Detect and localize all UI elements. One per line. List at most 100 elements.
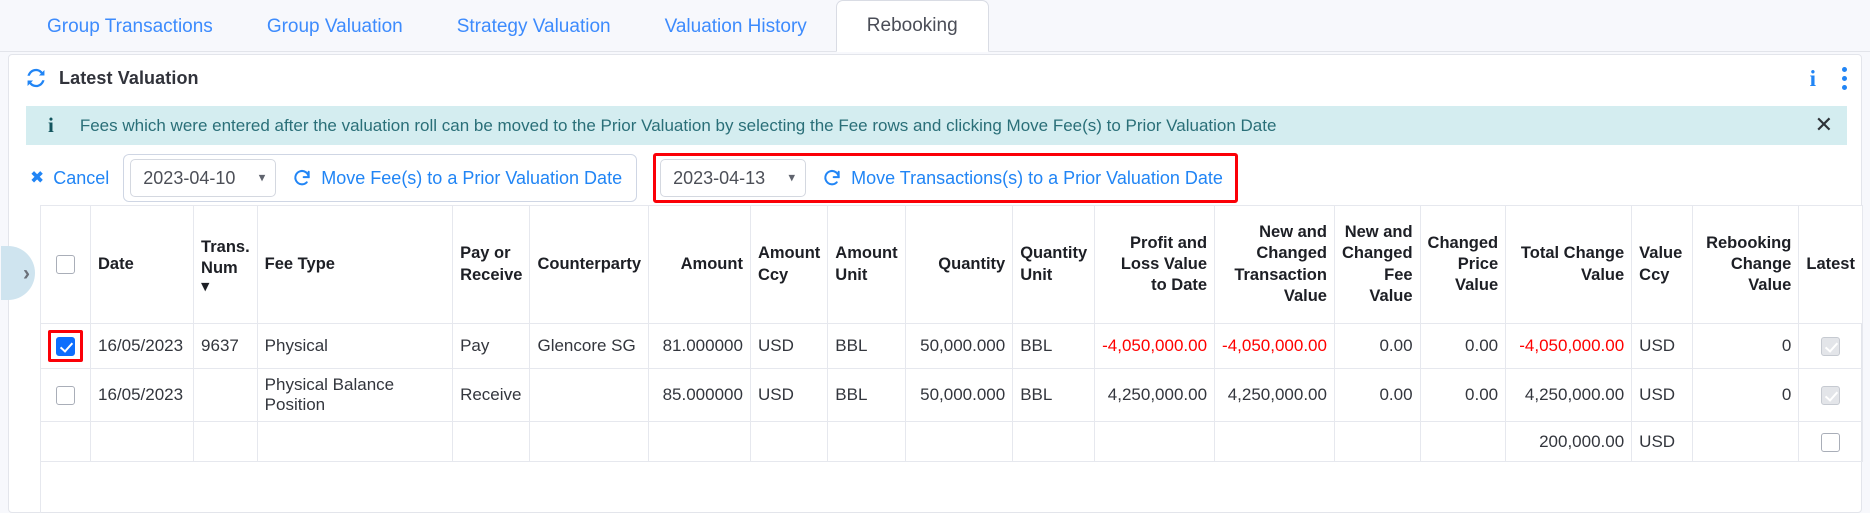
fee-date-select[interactable]: 2023-04-102023-04-13 [130,159,277,197]
cell-counterparty: Glencore SG [529,323,650,369]
total-cell-amount_ccy [750,421,829,462]
cell-trans_num: 9637 [193,323,258,369]
column-header-value_ccy[interactable]: Value Ccy [1631,205,1694,324]
redo-icon [292,168,312,188]
total-cell-rebook_chg [1692,421,1800,462]
total-cell-pnl_to_date [1094,421,1216,462]
cell-total_chg: 4,250,000.00 [1505,368,1633,422]
column-header-label: Quantity [938,254,1006,273]
table-row[interactable]: 16/05/2023 Physical Balance Position Recei… [41,368,1863,422]
transaction-date-select[interactable]: 2023-04-102023-04-13 [660,159,807,197]
cell-quantity: 50,000.000 [905,323,1014,369]
cell-new_chg_txn: 4,250,000.00 [1214,368,1335,422]
column-header-fee_type[interactable]: Fee Type [257,205,454,324]
column-header-quantity[interactable]: Quantity [905,205,1014,324]
tab-group-transactions[interactable]: Group Transactions [22,2,238,51]
cell-select[interactable] [41,323,91,369]
column-header-new_chg_fee[interactable]: New and Changed Fee Value [1334,205,1421,324]
row-select-checkbox[interactable] [56,337,75,356]
column-header-label: Fee Type [264,254,335,273]
cell-quantity_unit: BBL [1012,323,1096,369]
cell-pnl_to_date: 4,250,000.00 [1094,368,1216,422]
alert-message: Fees which were entered after the valuat… [79,115,1277,135]
column-header-select[interactable] [41,205,91,324]
cell-pnl_to_date: -4,050,000.00 [1094,323,1216,369]
column-header-latest[interactable]: Latest [1798,205,1863,324]
total-cell-counterparty [529,421,650,462]
tab-bar: Group Transactions Group Valuation Strateg… [0,0,1870,52]
tab-valuation-history[interactable]: Valuation History [640,2,832,51]
move-fees-group: 2023-04-102023-04-13 ▾ Move Fee(s) to a … [123,154,638,202]
column-header-quantity_unit[interactable]: Quantity Unit [1012,205,1096,324]
cell-latest [1798,368,1863,422]
cell-rebook_chg: 0 [1692,368,1800,422]
tab-strategy-valuation[interactable]: Strategy Valuation [432,2,636,51]
total-cell-new_chg_fee [1334,421,1421,462]
select-all-checkbox[interactable] [56,255,75,275]
column-header-amount_unit[interactable]: Amount Unit [827,205,906,324]
cell-date: 16/05/2023 [90,323,195,369]
table-body: 16/05/2023 9637 Physical Pay Glencore SG 81.0… [41,323,1863,462]
total-cell-new_chg_txn [1214,421,1335,462]
column-header-label: Amount [680,254,743,273]
move-fees-label: Move Fee(s) to a Prior Valuation Date [321,167,623,188]
tab-rebooking[interactable]: Rebooking [835,0,989,52]
column-header-rebook_chg[interactable]: Rebooking Change Value [1692,205,1800,324]
column-header-label: New and Changed Transaction Value [1234,223,1327,305]
card-header: Latest Valuation i [9,55,1861,101]
tab-group-valuation[interactable]: Group Valuation [242,2,428,51]
total-cell-date [90,421,195,462]
column-header-amount_ccy[interactable]: Amount Ccy [750,205,829,324]
table-total-row: 200,000.00 USD [41,421,1863,462]
move-transactions-button[interactable]: Move Transactions(s) to a Prior Valuatio… [822,168,1223,189]
alert-close-icon[interactable]: ✕ [1815,114,1833,137]
column-header-label: Latest [1806,254,1855,273]
column-header-label: Value Ccy [1639,244,1683,284]
column-header-label: Amount Unit [835,244,898,284]
cell-amount_unit: BBL [827,368,906,422]
column-header-pay_receive[interactable]: Pay or Receive [452,205,531,324]
cell-pay_receive: Receive [452,368,531,422]
row-select-checkbox[interactable] [56,386,75,405]
redo-icon [822,168,842,188]
cell-amount: 85.000000 [648,368,751,422]
column-header-chg_price[interactable]: Changed Price Value [1420,205,1507,324]
card-title: Latest Valuation [59,67,199,88]
column-header-pnl_to_date[interactable]: Profit and Loss Value to Date [1094,205,1216,324]
total-cell-value_ccy: USD [1631,421,1694,462]
cell-rebook_chg: 0 [1692,323,1800,369]
kebab-menu-icon[interactable] [1842,66,1847,90]
column-header-amount[interactable]: Amount [648,205,751,324]
info-icon[interactable]: i [1810,67,1816,90]
row-select-highlight [48,330,83,362]
move-fees-button[interactable]: Move Fee(s) to a Prior Valuation Date [292,168,622,189]
expand-panel-handle[interactable]: › [1,246,35,300]
rebooking-toolbar: ✖ Cancel 2023-04-102023-04-13 ▾ Move Fee… [26,152,1238,204]
column-header-counterparty[interactable]: Counterparty [529,205,650,324]
latest-flag-checkbox [1821,432,1841,452]
cancel-button[interactable]: ✖ Cancel [26,168,123,189]
column-header-date[interactable]: Date [90,205,195,324]
cell-pay_receive: Pay [452,323,531,369]
valuation-table-scroll[interactable]: Date Trans. Num ▼ Fee Type Pay or Receive Cou… [40,205,1863,513]
total-cell-amount_unit [827,421,906,462]
latest-flag-checkbox [1821,337,1841,356]
total-cell-fee_type [257,421,454,462]
total-cell-pay_receive [452,421,531,462]
column-header-label: Date [98,254,134,273]
latest-flag-checkbox [1821,386,1841,405]
table-row[interactable]: 16/05/2023 9637 Physical Pay Glencore SG 81.0… [41,323,1863,369]
sort-descending-icon[interactable]: ▼ [201,281,250,292]
cell-quantity: 50,000.000 [905,368,1014,422]
valuation-table: Date Trans. Num ▼ Fee Type Pay or Receive Cou… [41,205,1863,462]
cell-select[interactable] [41,368,91,422]
cell-fee_type: Physical Balance Position [257,368,454,422]
column-header-total_chg[interactable]: Total Change Value [1505,205,1633,324]
column-header-trans_num[interactable]: Trans. Num ▼ [193,205,258,324]
move-transactions-label: Move Transactions(s) to a Prior Valuatio… [851,167,1223,188]
refresh-icon[interactable] [25,67,47,89]
cell-total_chg: -4,050,000.00 [1505,323,1633,369]
column-header-label: New and Changed Fee Value [1341,223,1413,305]
cell-amount: 81.000000 [648,323,751,369]
column-header-new_chg_txn[interactable]: New and Changed Transaction Value [1214,205,1335,324]
